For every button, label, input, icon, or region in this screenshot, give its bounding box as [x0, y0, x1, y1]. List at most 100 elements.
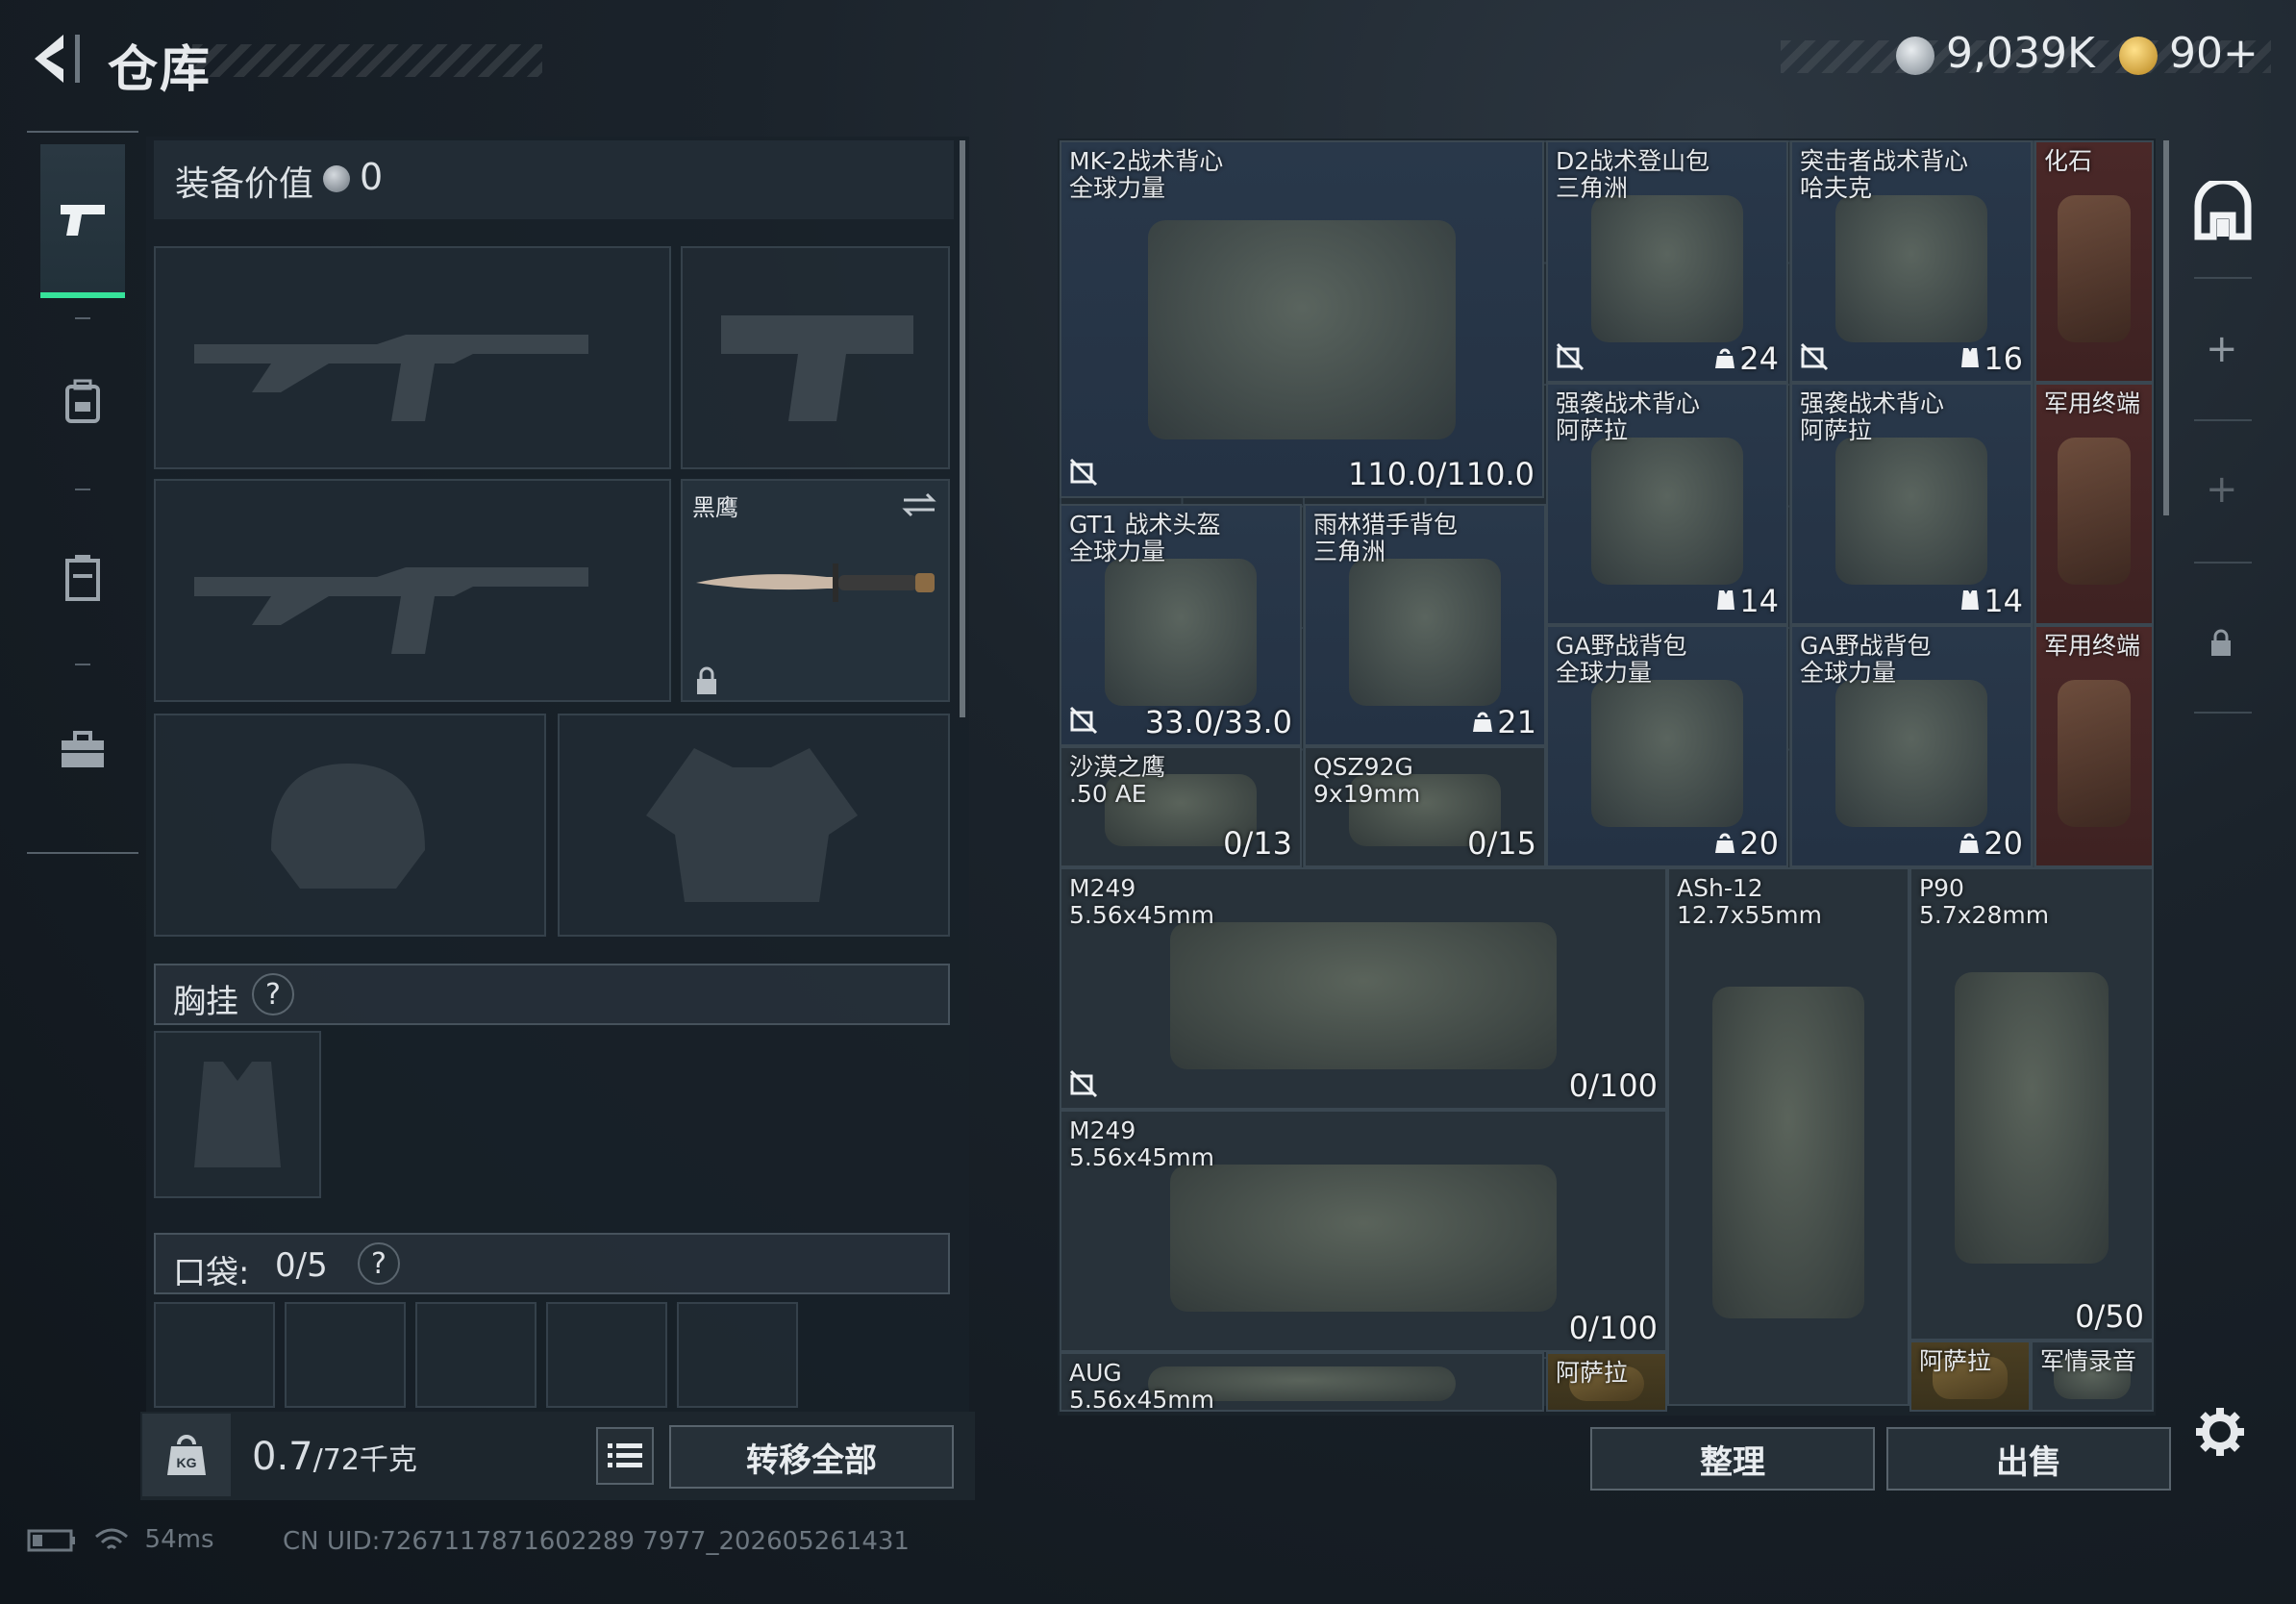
item-image: [1148, 219, 1456, 440]
equipment-scrollbar[interactable]: [960, 140, 965, 717]
secondary-weapon-slot[interactable]: [154, 479, 671, 702]
inventory-item[interactable]: 强袭战术背心 阿萨拉 14: [1546, 383, 1788, 625]
item-image: [2057, 679, 2132, 828]
chest-rig-slot[interactable]: [154, 1031, 321, 1198]
inventory-item[interactable]: 阿萨拉: [1546, 1352, 1667, 1412]
helmet-slot[interactable]: [154, 714, 546, 937]
item-image: [2057, 437, 2132, 586]
pocket-slot[interactable]: [415, 1302, 537, 1408]
transfer-all-button[interactable]: 转移全部: [669, 1425, 954, 1489]
ticket-icon: [2119, 37, 2158, 75]
weight-icon-box: KG: [142, 1414, 231, 1496]
inventory-item[interactable]: 化石: [2034, 140, 2154, 383]
inventory-item[interactable]: P90 5.7x28mm 0/50: [1909, 867, 2154, 1341]
item-count-value: 0/13: [1223, 825, 1292, 862]
item-count-value: 0/15: [1467, 825, 1536, 862]
item-name: QSZ92G 9x19mm: [1313, 753, 1421, 808]
inventory-item[interactable]: QSZ92G 9x19mm 0/15: [1304, 746, 1546, 867]
item-name: 军情录音: [2040, 1347, 2137, 1375]
sort-button[interactable]: 整理: [1590, 1427, 1875, 1491]
inventory-item[interactable]: 突击者战术背心 哈夫克 16: [1790, 140, 2033, 383]
vest-icon: [1960, 583, 1980, 619]
item-count: 0/13: [1223, 825, 1292, 862]
pocket-slot[interactable]: [154, 1302, 275, 1408]
inventory-item[interactable]: 强袭战术背心 阿萨拉 14: [1790, 383, 2033, 625]
primary-weapon-slot[interactable]: [154, 246, 671, 469]
inventory-item[interactable]: 军情录音: [2031, 1341, 2154, 1412]
armor-slot[interactable]: [558, 714, 950, 937]
item-name: 强袭战术背心 阿萨拉: [1800, 389, 1945, 444]
chest-rig-help-button[interactable]: ?: [252, 973, 294, 1015]
rail-divider: [2194, 712, 2252, 714]
item-count: 16: [1960, 340, 2023, 377]
weight-icon: [1714, 825, 1735, 862]
carry-weight-value: 0.7: [252, 1435, 313, 1479]
inventory-item[interactable]: GA野战背包 全球力量 20: [1546, 625, 1788, 867]
money-amount[interactable]: 9,039K: [1946, 29, 2095, 78]
rail-tab-weapons[interactable]: [40, 144, 125, 298]
list-view-button[interactable]: [596, 1427, 654, 1485]
weight-icon: [1959, 825, 1980, 862]
chest-rig-silhouette-icon: [194, 1062, 281, 1167]
inventory-item[interactable]: M249 5.56x45mm 0/100: [1060, 867, 1667, 1110]
inventory-item[interactable]: 雨林猎手背包 三角洲 21: [1304, 504, 1546, 746]
equipment-value: 0: [360, 156, 384, 198]
item-name: M249 5.56x45mm: [1069, 874, 1214, 929]
weight-icon: [1472, 704, 1493, 740]
knife-icon: [696, 564, 935, 602]
pistol-slot[interactable]: [681, 246, 950, 469]
inventory-item[interactable]: AUG 5.56x45mm: [1060, 1352, 1544, 1412]
item-count: 21: [1472, 704, 1536, 740]
melee-name: 黑鹰: [692, 494, 738, 521]
item-count: 20: [1959, 825, 2023, 862]
not-insured-icon: [1069, 458, 1098, 487]
rail-tab-briefcase[interactable]: [40, 673, 125, 827]
pocket-slot[interactable]: [285, 1302, 406, 1408]
item-count: 20: [1714, 825, 1779, 862]
svg-text:KG: KG: [177, 1455, 197, 1470]
add-tab-plus-icon[interactable]: +: [2206, 327, 2238, 371]
item-name: 阿萨拉: [1556, 1359, 1629, 1387]
inventory-item[interactable]: M249 5.56x45mm 0/100: [1060, 1110, 1667, 1352]
sell-button[interactable]: 出售: [1886, 1427, 2171, 1491]
title-hatch-decoration: [192, 44, 542, 77]
inventory-item[interactable]: D2战术登山包 三角洲 24: [1546, 140, 1788, 383]
item-count-value: 0/50: [2075, 1298, 2144, 1335]
inventory-item[interactable]: ASh-12 12.7x55mm: [1667, 867, 1909, 1406]
item-name: 军用终端: [2044, 389, 2141, 417]
inventory-item[interactable]: 沙漠之鹰 .50 AE 0/13: [1060, 746, 1302, 867]
warehouse-home-icon[interactable]: [2192, 181, 2254, 242]
melee-slot[interactable]: 黑鹰: [681, 479, 950, 702]
inventory-item[interactable]: 阿萨拉: [1909, 1341, 2031, 1412]
inventory-item[interactable]: MK-2战术背心 全球力量 110.0/110.0: [1060, 140, 1544, 498]
status-line: 54ms: [27, 1525, 214, 1554]
item-name: 化石: [2044, 147, 2093, 175]
item-image: [1348, 558, 1502, 707]
not-insured-icon: [1069, 706, 1098, 735]
add-tab-plus-icon[interactable]: +: [2206, 467, 2238, 512]
inventory-item[interactable]: GA野战背包 全球力量 20: [1790, 625, 2033, 867]
inventory-item[interactable]: 军用终端: [2034, 383, 2154, 625]
back-button[interactable]: [25, 27, 88, 90]
list-icon: [608, 1443, 642, 1467]
item-count-value: 14: [1984, 583, 2023, 619]
item-count-value: 20: [1984, 825, 2023, 862]
pocket-slot[interactable]: [546, 1302, 667, 1408]
rail-tab-backpack[interactable]: [40, 325, 125, 479]
pocket-slot[interactable]: [677, 1302, 798, 1408]
helmet-silhouette-icon: [271, 764, 425, 889]
inventory-item[interactable]: 军用终端: [2034, 625, 2154, 867]
inventory-item[interactable]: GT1 战术头盔 全球力量 33.0/33.0: [1060, 504, 1302, 746]
vest-icon: [1960, 340, 1980, 377]
rail-tab-container[interactable]: [40, 500, 125, 654]
ticket-amount[interactable]: 90+: [2169, 29, 2259, 78]
swap-icon[interactable]: [900, 490, 938, 519]
pistol-icon: [61, 205, 105, 236]
item-name: GA野战背包 全球力量: [1556, 632, 1687, 687]
warehouse-scrollbar[interactable]: [2163, 140, 2169, 515]
pocket-help-button[interactable]: ?: [358, 1242, 400, 1285]
item-count: 0/50: [2075, 1298, 2144, 1335]
item-image: [1170, 1164, 1557, 1313]
item-image: [1834, 194, 1988, 343]
pistol-silhouette-icon: [721, 315, 913, 421]
